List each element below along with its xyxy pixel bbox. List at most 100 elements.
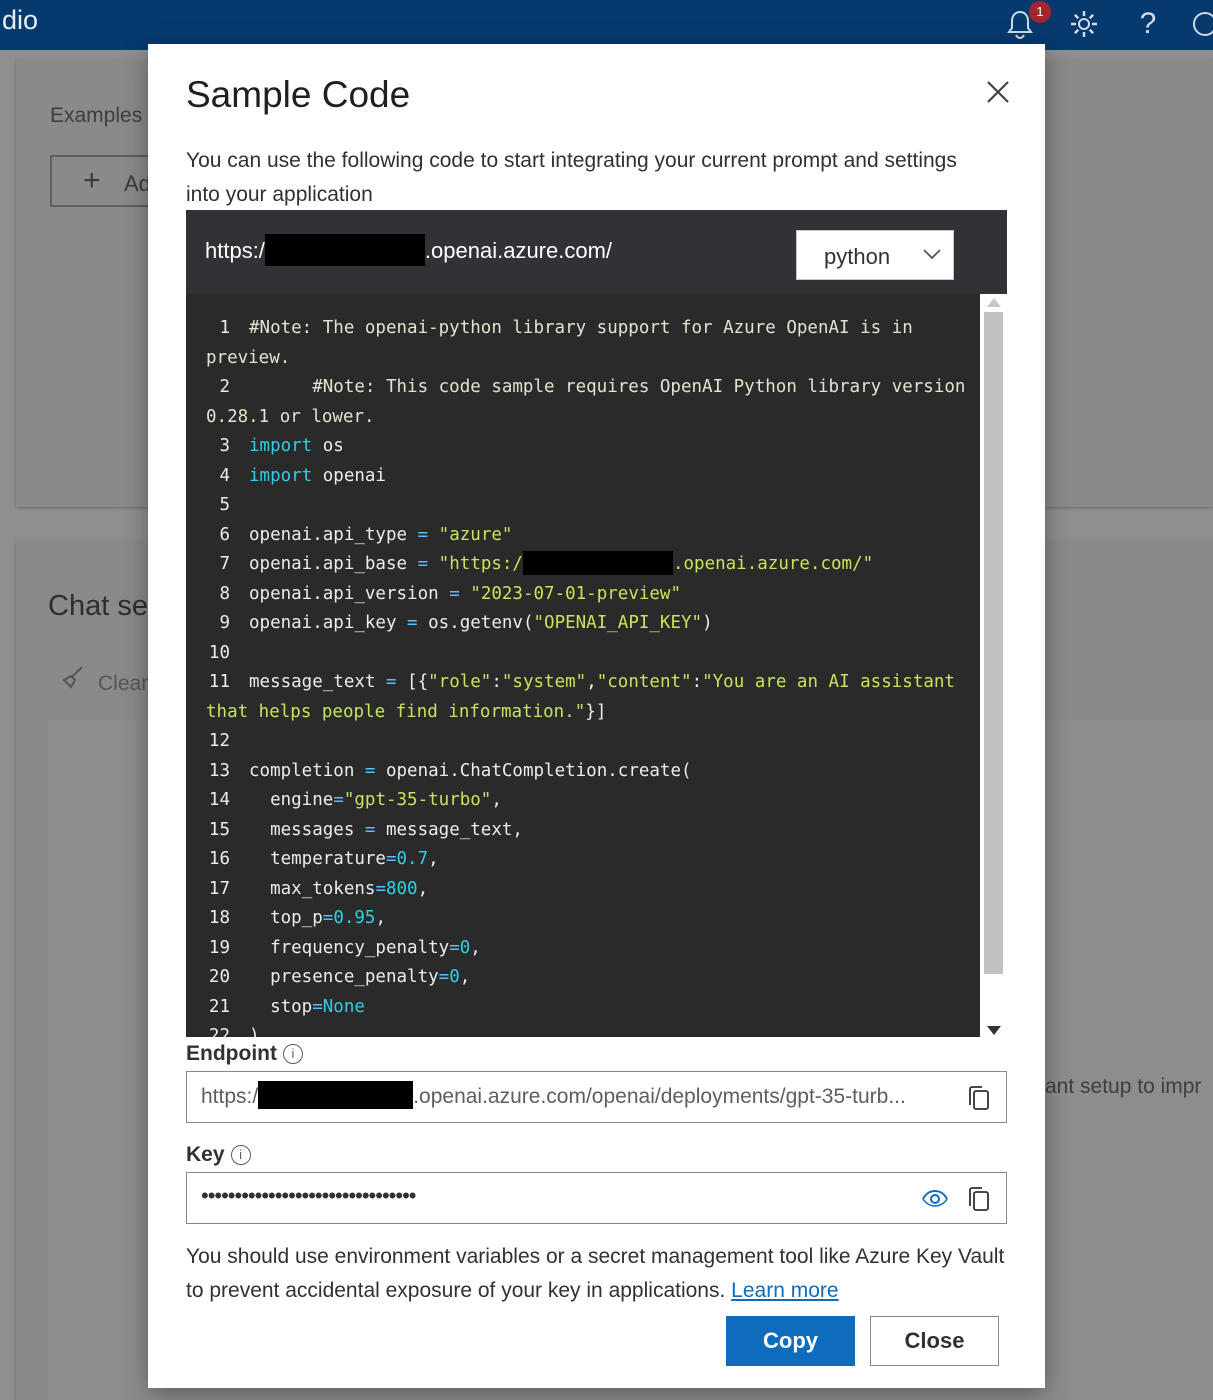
key-masked-value: •••••••••••••••••••••••••••••••• <box>201 1183 416 1208</box>
setup-hint-text: ant setup to impr <box>1045 1075 1202 1098</box>
code-line: 4 import openai <box>206 462 966 492</box>
learn-more-link[interactable]: Learn more <box>731 1279 838 1302</box>
code-token: "content" <box>596 672 692 692</box>
feedback-icon[interactable] <box>1190 4 1213 44</box>
line-number: 7 <box>219 554 230 574</box>
code-token: 0.95 <box>333 908 376 928</box>
code-line: 22) <box>206 1022 966 1037</box>
code-line: 5 <box>206 491 966 521</box>
code-line: 18 top_p=0.95, <box>206 904 966 934</box>
code-token: , <box>586 672 597 692</box>
code-token: frequency_penalty <box>249 937 450 958</box>
code-token: "system" <box>501 672 587 692</box>
help-icon[interactable]: ? <box>1128 4 1168 44</box>
sample-code-dialog: Sample Code You can use the following co… <box>148 44 1045 1388</box>
code-token: os.getenv( <box>417 613 534 633</box>
line-number: 21 <box>208 996 230 1017</box>
line-number: 16 <box>208 849 230 869</box>
code-token: temperature <box>249 849 386 869</box>
examples-label: Examples <box>50 104 143 127</box>
code-editor[interactable]: 1 #Note: The openai-python library suppor… <box>186 294 980 1037</box>
clear-chat-button[interactable]: Clear <box>60 664 148 696</box>
line-number: 4 <box>219 465 230 486</box>
scroll-thumb[interactable] <box>984 312 1003 974</box>
app-brand-title: dio <box>2 5 39 35</box>
code-token: engine <box>249 790 334 810</box>
code-scrollbar[interactable] <box>980 294 1007 1037</box>
endpoint-field[interactable]: https:/ .openai.azure.com/openai/deployme… <box>186 1071 1007 1123</box>
code-token: ) <box>702 613 713 633</box>
code-token: = <box>385 849 397 869</box>
broom-icon <box>60 664 86 696</box>
scroll-up-arrow-icon[interactable] <box>987 298 1001 307</box>
line-number: 3 <box>219 436 230 456</box>
line-number: 19 <box>208 937 230 958</box>
add-example-button[interactable]: + Ad <box>50 155 160 207</box>
code-line: 2 #Note: This code sample requires OpenA… <box>206 373 966 432</box>
line-number: 9 <box>219 613 230 633</box>
code-line: 8 openai.api_version = "2023-07-01-previe… <box>206 580 966 610</box>
code-token: }] <box>585 701 607 722</box>
code-token: presence_penalty <box>249 967 439 987</box>
code-line: 17 max_tokens=800, <box>206 875 966 905</box>
key-label-row: Key i <box>186 1143 251 1167</box>
copy-key-icon[interactable] <box>965 1184 993 1214</box>
code-token: : <box>491 672 502 692</box>
copy-endpoint-icon[interactable] <box>965 1083 993 1113</box>
info-icon[interactable]: i <box>230 1145 251 1165</box>
line-number: 8 <box>219 583 230 604</box>
redaction-block <box>522 550 673 575</box>
eye-icon[interactable] <box>921 1187 949 1211</box>
code-token: "2023-07-01-preview" <box>470 583 681 604</box>
add-example-label: Ad <box>124 171 151 196</box>
security-warning: You should use environment variables or … <box>186 1240 1016 1308</box>
code-token: 0 <box>449 967 460 987</box>
language-dropdown[interactable]: python <box>796 230 954 280</box>
code-token: : <box>691 672 703 692</box>
code-token: openai.ChatCompletion.create( <box>375 760 692 781</box>
code-line: 20 presence_penalty=0, <box>206 963 966 993</box>
copy-button[interactable]: Copy <box>726 1316 855 1366</box>
code-token: message_text, <box>375 819 523 840</box>
code-line: 11 message_text = [{"role":"system","cont… <box>206 668 966 727</box>
close-icon[interactable] <box>980 74 1016 110</box>
line-number: 11 <box>208 672 230 692</box>
code-line: 13 completion = openai.ChatCompletion.cre… <box>206 757 966 787</box>
info-icon[interactable]: i <box>282 1044 303 1064</box>
code-token: .openai.azure.com/" <box>672 554 874 574</box>
code-token: = <box>407 613 418 633</box>
code-token: stop <box>249 996 313 1017</box>
line-number: 1 <box>219 318 230 338</box>
code-token: import <box>249 465 313 486</box>
key-field[interactable]: •••••••••••••••••••••••••••••••• <box>186 1172 1007 1224</box>
code-token: , <box>459 967 471 987</box>
chevron-down-icon <box>923 249 941 260</box>
line-number: 2 <box>219 377 230 397</box>
plus-icon: + <box>83 164 101 197</box>
code-token: "https:/ <box>438 554 523 574</box>
code-token: [{ <box>396 672 429 692</box>
code-line: 21 stop=None <box>206 993 966 1023</box>
code-token: = <box>449 583 460 604</box>
code-line: 12 <box>206 727 966 757</box>
line-number: 18 <box>208 908 230 928</box>
code-token: None <box>322 996 365 1017</box>
code-line: 9 openai.api_key = os.getenv("OPENAI_API_… <box>206 609 966 639</box>
line-number: 10 <box>208 642 230 663</box>
line-number: 13 <box>208 760 230 781</box>
resource-url-prefix: https:/ <box>205 238 265 263</box>
gear-icon[interactable] <box>1064 4 1104 44</box>
chat-session-title: Chat se <box>48 590 148 622</box>
code-token: os <box>312 436 344 456</box>
scroll-down-arrow-icon[interactable] <box>987 1026 1001 1035</box>
code-token: "role" <box>428 672 492 692</box>
dialog-description: You can use the following code to start … <box>186 149 957 206</box>
resource-url-suffix: .openai.azure.com/ <box>424 238 613 263</box>
close-button[interactable]: Close <box>870 1316 999 1366</box>
code-token: , <box>428 849 439 869</box>
code-token: messages <box>249 819 365 840</box>
code-token: "azure" <box>438 524 513 545</box>
code-token: = <box>417 554 429 574</box>
